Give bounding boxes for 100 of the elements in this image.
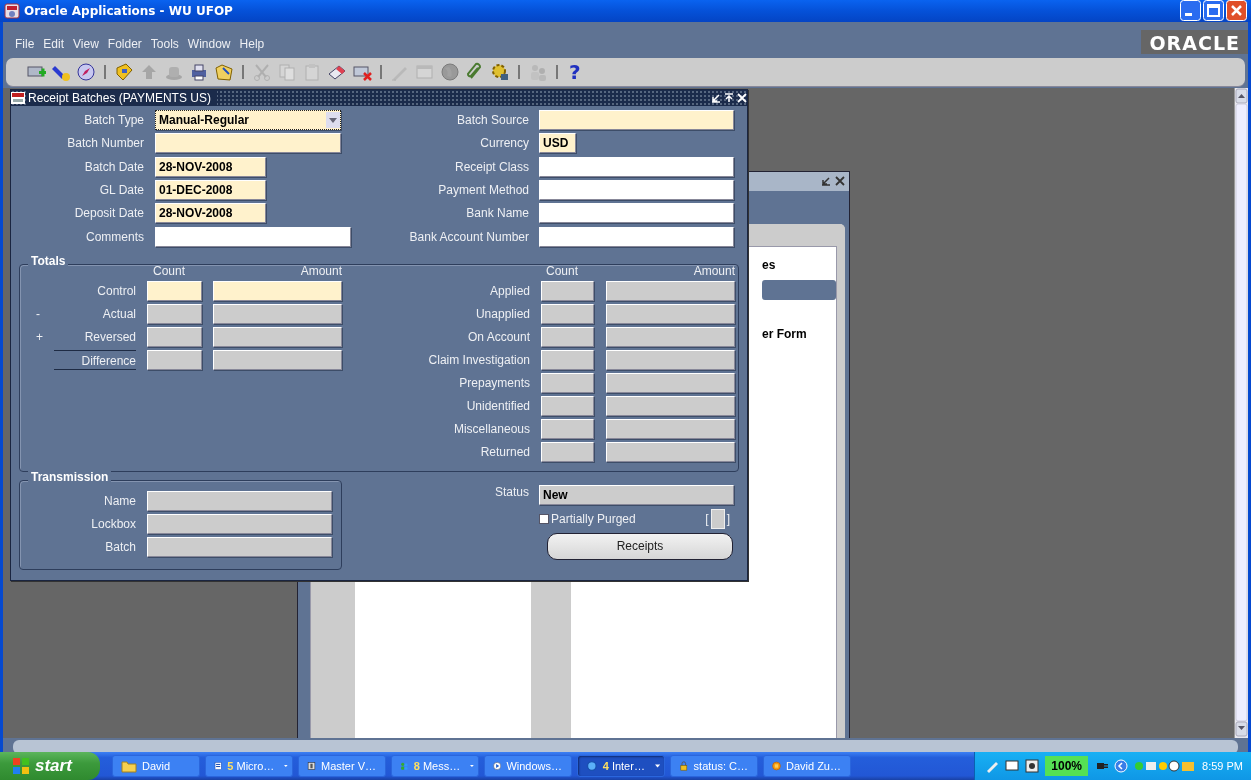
scrollbar[interactable]	[1234, 87, 1248, 738]
row-label: Miscellaneous	[452, 420, 530, 438]
taskbar-button[interactable]: 5 Micro…	[205, 755, 293, 777]
taskbar-label: 4 Inter…	[602, 760, 645, 772]
sign-label: -	[35, 305, 41, 323]
input-field[interactable]	[155, 133, 341, 154]
column-header: Count	[152, 264, 186, 278]
menu-item[interactable]: Folder	[107, 36, 142, 51]
input-field[interactable]	[539, 203, 734, 224]
taskbar-label: David	[142, 760, 171, 772]
input-field[interactable]	[539, 180, 734, 201]
taskbar-button[interactable]: 4 Inter…	[577, 755, 665, 777]
menu-item[interactable]: View	[73, 36, 99, 51]
column-header: Count	[545, 264, 579, 278]
menu-item[interactable]: Edit	[43, 36, 65, 51]
row-label: Control	[96, 282, 136, 300]
maximize-icon[interactable]	[1203, 0, 1224, 22]
input-field[interactable]: USD	[539, 133, 576, 154]
menu-item[interactable]: Window	[187, 36, 231, 51]
column-header: Amount	[692, 264, 735, 278]
expand-icon[interactable]	[1114, 759, 1129, 773]
menu-item[interactable]: File	[15, 36, 35, 51]
help-button[interactable]: ?	[566, 60, 584, 83]
pen-icon[interactable]	[985, 759, 1000, 773]
monitor-icon[interactable]	[1005, 759, 1020, 773]
field-label: Batch Source	[455, 111, 529, 129]
taskbar-label: 5 Micro…	[227, 760, 275, 772]
row-label: Unidentified	[465, 397, 530, 415]
app-icon	[4, 3, 20, 19]
clock: 8:59 PM	[1202, 760, 1243, 772]
circle-icon	[772, 758, 781, 774]
folder-icon[interactable]	[214, 61, 234, 82]
field-label: Receipt Class	[453, 158, 529, 176]
selected-row[interactable]	[762, 279, 836, 300]
taskbar-button[interactable]: David Zu…	[763, 755, 851, 777]
menu-item[interactable]: Tools	[150, 36, 179, 51]
battery-level: 100%	[1045, 756, 1089, 776]
row-label: Applied	[488, 282, 530, 300]
input-field[interactable]	[155, 226, 351, 247]
form-title: Receipt Batches (PAYMENTS US)	[28, 90, 217, 105]
date-field[interactable]: 28-NOV-2008	[155, 203, 266, 224]
bracket: ]	[726, 511, 730, 526]
taskbar-button[interactable]: Windows…	[484, 755, 572, 777]
field-label: Bank Account Number	[408, 228, 529, 246]
folder-icon	[121, 758, 137, 774]
field-label: Bank Name	[465, 205, 529, 223]
input-field[interactable]	[539, 156, 734, 177]
row-label: Claim Investigation	[427, 351, 530, 369]
field-label: Name	[103, 492, 136, 510]
caret-icon	[470, 764, 474, 768]
input-field[interactable]	[539, 109, 734, 130]
status-field: New	[539, 484, 734, 505]
receipts-button[interactable]: Receipts	[547, 532, 733, 560]
field-label: Comments	[85, 228, 144, 246]
count-field[interactable]	[147, 280, 202, 301]
form-icon	[11, 91, 25, 104]
taskbar-label: status: C…	[693, 760, 748, 772]
list-item[interactable]: es	[762, 257, 776, 272]
taskbar-button[interactable]: status: C…	[670, 755, 758, 777]
amount-field[interactable]	[213, 280, 342, 301]
minimize-icon[interactable]	[821, 176, 831, 187]
logo: ORACLE	[1141, 29, 1248, 54]
row-label: Unapplied	[474, 305, 530, 323]
field-label: Lockbox	[90, 515, 136, 533]
taskbar-button[interactable]: 8 Mess…	[391, 755, 479, 777]
date-field[interactable]: 28-NOV-2008	[155, 156, 266, 177]
minimize-icon[interactable]	[711, 92, 721, 103]
checkbox[interactable]	[539, 513, 549, 524]
date-field[interactable]: 01-DEC-2008	[155, 180, 266, 201]
plug-icon[interactable]	[1094, 760, 1109, 772]
window-title: Oracle Applications - WU UFOP	[24, 4, 234, 18]
field-label: Batch Type	[83, 111, 144, 129]
taskbar-label: 8 Mess…	[413, 760, 461, 772]
list-item[interactable]: er Form	[762, 326, 807, 341]
taskbar-label: Windows…	[506, 760, 562, 772]
field-label: GL Date	[98, 182, 144, 200]
globe-icon	[586, 758, 598, 774]
dropdown-field[interactable]: Manual-Regular	[155, 109, 341, 130]
taskbar-button[interactable]: David	[112, 755, 200, 777]
field-label: Status	[493, 484, 529, 501]
gear-icon[interactable]	[490, 61, 510, 82]
menu-item[interactable]: Help	[239, 36, 265, 51]
field-label: Deposit Date	[73, 205, 144, 223]
section-title: Totals	[28, 253, 69, 268]
printer-icon[interactable]	[189, 61, 209, 82]
close-icon[interactable]	[835, 176, 845, 187]
section-title: Transmission	[28, 469, 112, 484]
start-button[interactable]: start	[0, 752, 100, 780]
taskbar-button[interactable]: Master V…	[298, 755, 386, 777]
field-label: Batch	[104, 538, 136, 556]
field-label: Currency	[479, 135, 529, 153]
tray-icons-drawing[interactable]	[1134, 759, 1197, 773]
input-field[interactable]	[539, 226, 734, 247]
help-icon[interactable]	[1025, 759, 1040, 773]
bracket: [	[705, 511, 709, 526]
compass-icon[interactable]	[76, 61, 96, 82]
row-label: Returned	[479, 443, 530, 461]
indicator-field	[710, 508, 725, 529]
row-label: Reversed	[83, 328, 136, 346]
maximize-icon[interactable]	[724, 92, 734, 103]
